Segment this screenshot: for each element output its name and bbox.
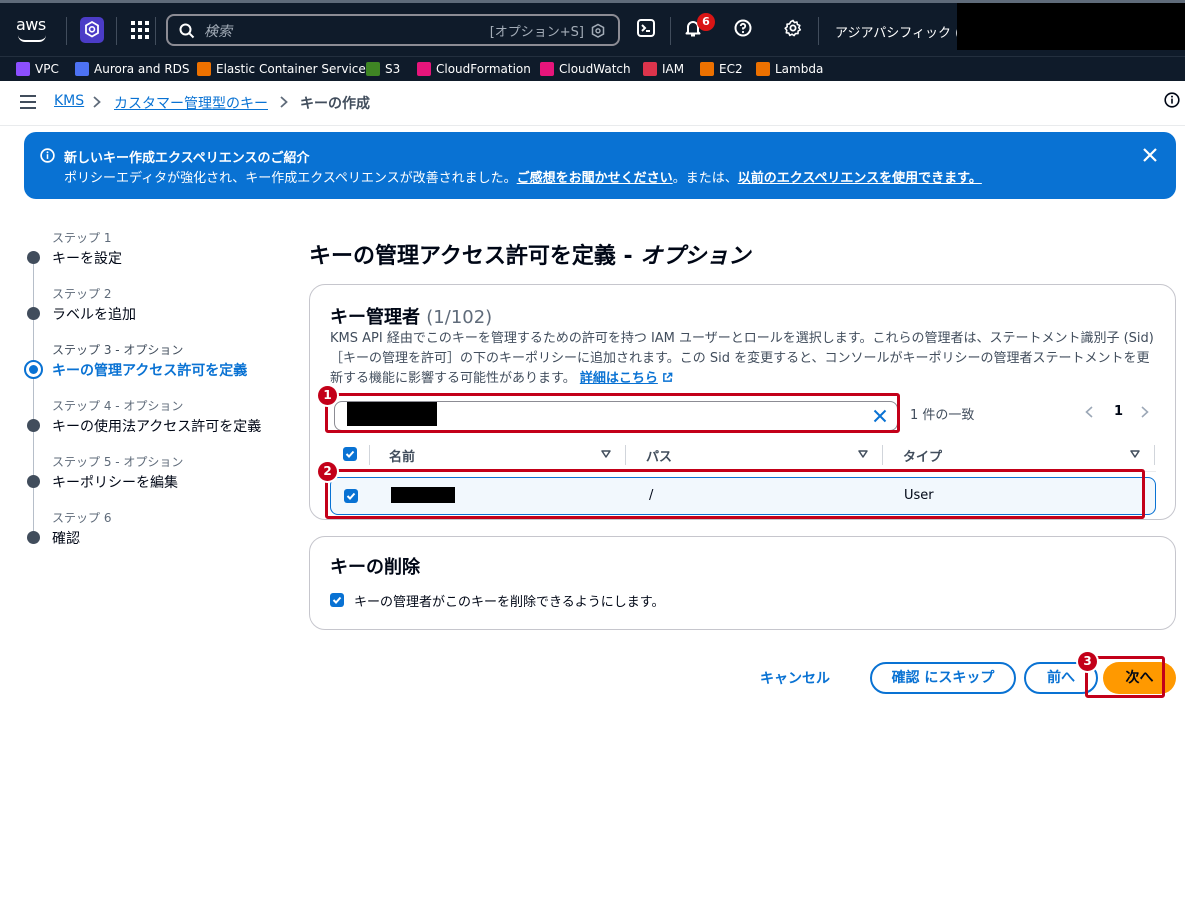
vpc-icon <box>16 62 30 76</box>
cloudshell-icon[interactable] <box>637 19 655 37</box>
allow-deletion-label[interactable]: キーの管理者がこのキーを削除できるようにします。 <box>354 591 664 610</box>
search-shortcut: [オプション+S] <box>489 25 584 40</box>
lambda-icon <box>756 62 770 76</box>
annotation-number-1: 1 <box>318 386 337 405</box>
favorite-lambda[interactable]: Lambda <box>756 61 823 77</box>
sort-type-icon[interactable] <box>1130 450 1140 458</box>
step-2-indicator <box>27 307 40 320</box>
annotation-number-3: 3 <box>1078 652 1097 671</box>
search-placeholder: 検索 <box>204 24 232 40</box>
step-3-number: ステップ 3 - オプション <box>52 343 184 357</box>
global-search-input[interactable]: 検索 [オプション+S] <box>166 14 620 46</box>
step-3-indicator-active <box>24 360 43 379</box>
step-3-current: キーの管理アクセス許可を定義 <box>52 363 248 379</box>
favorite-cloudwatch[interactable]: CloudWatch <box>540 61 631 77</box>
step-4-indicator <box>27 419 40 432</box>
info-flash-banner: 新しいキー作成エクスペリエンスのご紹介 ポリシーエディタが強化され、キー作成エク… <box>24 132 1176 199</box>
favorite-iam[interactable]: IAM <box>643 61 684 77</box>
info-icon[interactable] <box>1164 92 1180 108</box>
annotation-box-2 <box>325 469 1145 519</box>
search-icon <box>179 23 195 39</box>
notification-count-badge: 6 <box>697 13 715 31</box>
info-circle-icon <box>40 148 55 163</box>
redacted-account-area <box>957 3 1185 50</box>
annotation-box-3 <box>1085 656 1165 698</box>
page-title: キーの管理アクセス許可を定義 - オプション <box>309 244 751 269</box>
favorite-s3[interactable]: S3 <box>366 61 400 77</box>
amazon-q-small-icon <box>591 23 605 38</box>
step-5-number: ステップ 5 - オプション <box>52 455 184 469</box>
aws-logo[interactable]: aws <box>16 15 50 45</box>
ecs-icon <box>197 62 211 76</box>
sort-path-icon[interactable] <box>858 450 868 458</box>
favorite-cloudformation[interactable]: CloudFormation <box>417 61 531 77</box>
settings-gear-icon[interactable] <box>784 19 802 37</box>
cancel-button[interactable]: キャンセル <box>760 668 830 688</box>
sort-name-icon[interactable] <box>601 450 611 458</box>
external-link-icon <box>663 372 673 382</box>
selection-count: (1/102) <box>426 307 493 328</box>
services-grid-icon[interactable] <box>131 21 149 39</box>
step-2-number: ステップ 2 <box>52 287 112 301</box>
flash-message: ポリシーエディタが強化され、キー作成エクスペリエンスが改善されました。ご感想をお… <box>64 171 982 186</box>
allow-deletion-checkbox[interactable] <box>330 593 344 607</box>
pagination-page-number[interactable]: 1 <box>1114 404 1123 419</box>
flash-title: 新しいキー作成エクスペリエンスのご紹介 <box>64 151 310 166</box>
s3-icon <box>366 62 380 76</box>
help-icon[interactable] <box>734 19 752 37</box>
region-selector[interactable]: アジアパシフィック (東 <box>835 22 973 41</box>
column-header-name[interactable]: 名前 <box>389 446 415 465</box>
favorite-aurora-rds[interactable]: Aurora and RDS <box>75 61 190 77</box>
top-navigation: aws 検索 [オプション+S] 6 アジアパシフィック (東 <box>0 0 1185 56</box>
key-administrators-title: キー管理者 (1/102) <box>330 307 493 328</box>
step-4-number: ステップ 4 - オプション <box>52 399 184 413</box>
step-6-link[interactable]: 確認 <box>52 528 80 548</box>
menu-hamburger-icon[interactable] <box>20 95 36 109</box>
step-1-link[interactable]: キーを設定 <box>52 248 122 268</box>
key-deletion-panel: キーの削除 キーの管理者がこのキーを削除できるようにします。 <box>309 536 1176 630</box>
feedback-link[interactable]: ご感想をお聞かせください <box>517 171 673 186</box>
legacy-experience-link[interactable]: 以前のエクスペリエンスを使用できます。 <box>738 171 982 186</box>
match-count: 1 件の一致 <box>910 408 975 423</box>
breadcrumb-chevron-icon <box>93 96 101 108</box>
step-5-indicator <box>27 475 40 488</box>
favorite-vpc[interactable]: VPC <box>16 61 59 77</box>
breadcrumb-current: キーの作成 <box>300 96 370 112</box>
favorite-ec2[interactable]: EC2 <box>700 61 743 77</box>
step-5-link[interactable]: キーポリシーを編集 <box>52 472 178 492</box>
annotation-box-1 <box>325 393 900 433</box>
favorites-bar: VPC Aurora and RDS Elastic Container Ser… <box>0 56 1185 81</box>
step-2-link[interactable]: ラベルを追加 <box>52 304 136 324</box>
cloudwatch-icon <box>540 62 554 76</box>
annotation-number-2: 2 <box>318 462 337 481</box>
key-administrators-description: KMS API 経由でこのキーを管理するための許可を持つ IAM ユーザーとロー… <box>330 331 1154 386</box>
ec2-icon <box>700 62 714 76</box>
key-deletion-title: キーの削除 <box>330 557 420 578</box>
step-6-indicator <box>27 531 40 544</box>
step-6-number: ステップ 6 <box>52 511 112 525</box>
breadcrumb-customer-managed-keys[interactable]: カスタマー管理型のキー <box>114 93 268 113</box>
breadcrumb-chevron-icon <box>280 96 288 108</box>
aws-logo-text: aws <box>16 15 46 34</box>
iam-icon <box>643 62 657 76</box>
step-1-indicator <box>27 251 40 264</box>
column-header-path[interactable]: パス <box>646 446 672 465</box>
pagination-next-icon[interactable] <box>1141 406 1149 418</box>
breadcrumb-kms[interactable]: KMS <box>54 93 84 109</box>
learn-more-link[interactable]: 詳細はこちら <box>580 371 658 386</box>
close-icon[interactable] <box>1143 148 1157 162</box>
step-1-number: ステップ 1 <box>52 231 112 245</box>
cloudformation-icon <box>417 62 431 76</box>
favorite-ecs[interactable]: Elastic Container Service <box>197 61 366 77</box>
amazon-q-icon[interactable] <box>80 17 104 43</box>
step-4-link[interactable]: キーの使用法アクセス許可を定義 <box>52 416 261 436</box>
skip-to-review-button[interactable]: 確認 にスキップ <box>870 662 1016 694</box>
select-all-checkbox[interactable] <box>343 447 357 461</box>
column-header-type[interactable]: タイプ <box>903 446 942 465</box>
pagination-prev-icon[interactable] <box>1085 406 1093 418</box>
rds-icon <box>75 62 89 76</box>
